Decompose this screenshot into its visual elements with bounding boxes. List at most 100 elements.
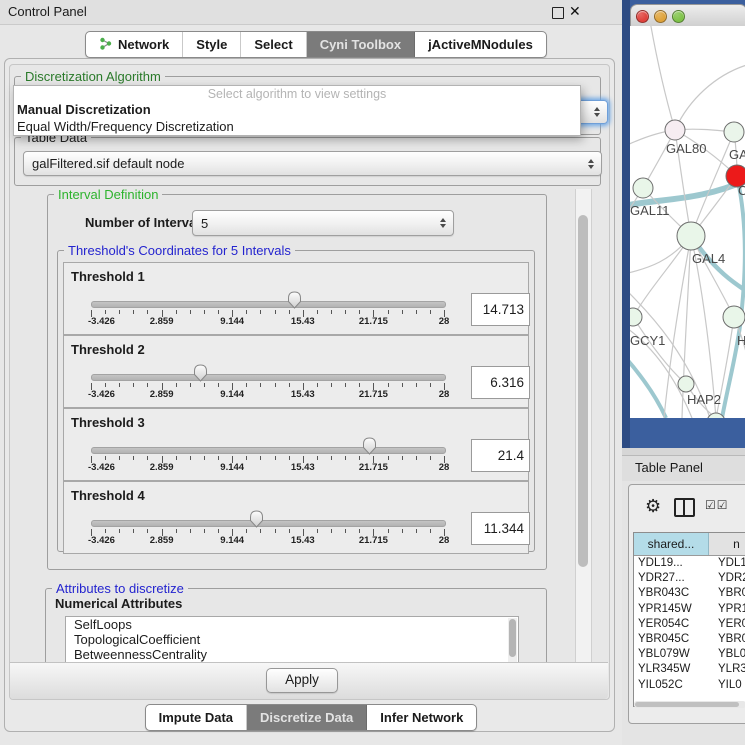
slider-track[interactable] (91, 447, 446, 454)
threshold-value-field[interactable]: 21.4 (471, 439, 530, 472)
tab-label: Impute Data (159, 710, 233, 725)
network-canvas[interactable]: GAL80GACGAL11GAL4GCY1HHAP2 (630, 26, 745, 418)
slider-track[interactable] (91, 374, 446, 381)
table-row[interactable]: YBR045CYBR0 (634, 632, 745, 647)
control-panel-titlebar: Control Panel ✕ (0, 0, 622, 25)
table-row[interactable]: YIL052CYIL0 (634, 678, 745, 693)
table-cell: YIL052C (634, 678, 712, 693)
tab-style[interactable]: Style (183, 32, 241, 57)
network-node-gal80[interactable] (665, 120, 685, 140)
network-node-hap2[interactable] (678, 376, 694, 392)
mac-close-icon[interactable] (636, 10, 649, 23)
slider-track[interactable] (91, 301, 446, 308)
table-row[interactable]: YDR27...YDR2 (634, 571, 745, 586)
tab-jactivemnodules[interactable]: jActiveMNodules (415, 32, 546, 57)
node-label: H (737, 333, 745, 348)
algorithm-option[interactable]: Manual Discretization (14, 101, 580, 118)
float-icon[interactable] (552, 7, 564, 19)
network-edge-highlighted[interactable] (722, 176, 745, 418)
network-edge[interactable] (633, 236, 691, 317)
slider-thumb[interactable] (287, 291, 302, 312)
threshold-value-field[interactable]: 14.713 (471, 293, 530, 326)
slider-tick-labels: -3.4262.8599.14415.4321.71528 (91, 389, 445, 401)
table-row[interactable]: YBL079WYBL0 (634, 647, 745, 662)
popup-hint: Select algorithm to view settings (14, 86, 580, 101)
table-header-row: shared...n (634, 533, 745, 556)
network-node-ga[interactable] (724, 122, 744, 142)
threshold-panel: Threshold 3-3.4262.8599.14415.4321.71528… (63, 408, 529, 481)
table-cell: YBR043C (634, 586, 712, 601)
table-row[interactable]: YER054CYER0 (634, 617, 745, 632)
tab-network[interactable]: Network (86, 32, 183, 57)
tab-impute-data[interactable]: Impute Data (146, 705, 247, 730)
attribute-item[interactable]: BetweennessCentrality (66, 647, 518, 662)
threshold-label: Threshold 4 (71, 488, 145, 503)
network-edge-highlighted[interactable] (630, 356, 666, 418)
node-table-container: ⚙ ☑☑ shared...n YDL19...YDL1YDR27...YDR2… (628, 484, 745, 724)
threshold-value-field[interactable]: 11.344 (471, 512, 530, 545)
settings-vertical-scrollbar[interactable] (575, 189, 592, 662)
gear-icon[interactable]: ⚙ (645, 496, 661, 516)
apply-button[interactable]: Apply (266, 668, 338, 693)
table-cell: YBL079W (634, 647, 712, 662)
threshold-panel: Threshold 1-3.4262.8599.14415.4321.71528… (63, 262, 529, 335)
table-data-group: Table Data galFiltered.sif default node (14, 137, 601, 186)
network-node-gal11[interactable] (633, 178, 653, 198)
column-header[interactable]: shared... (634, 533, 709, 555)
bottom-tab-bar: Impute Data Discretize Data Infer Network (0, 704, 622, 731)
tab-cyni-toolbox[interactable]: Cyni Toolbox (307, 32, 415, 57)
mac-zoom-icon[interactable] (672, 10, 685, 23)
slider-tick-labels: -3.4262.8599.14415.4321.71528 (91, 535, 445, 547)
tab-infer-network[interactable]: Infer Network (367, 705, 476, 730)
slider-thumb[interactable] (193, 364, 208, 385)
attribute-item[interactable]: SelfLoops (66, 617, 518, 632)
popup-options: Manual DiscretizationEqual Width/Frequen… (14, 101, 580, 135)
node-label: GA (729, 147, 745, 162)
network-edge[interactable] (675, 64, 745, 130)
tab-label: Cyni Toolbox (320, 37, 401, 52)
table-cell: YLR345W (634, 662, 712, 677)
network-edge[interactable] (650, 26, 675, 130)
tab-discretize-data[interactable]: Discretize Data (247, 705, 367, 730)
column-header[interactable]: n (709, 533, 745, 555)
tab-label: Select (254, 37, 292, 52)
number-of-intervals-label: Number of Intervals (85, 215, 207, 230)
network-view-window: GAL80GACGAL11GAL4GCY1HHAP2 (622, 0, 745, 448)
tab-label: jActiveMNodules (428, 37, 533, 52)
table-horizontal-scrollbar[interactable] (634, 701, 745, 708)
number-of-intervals-combo[interactable]: 5 (192, 210, 454, 236)
mac-minimize-icon[interactable] (654, 10, 667, 23)
close-icon[interactable]: ✕ (569, 3, 581, 20)
table-data-combo[interactable]: galFiltered.sif default node (23, 151, 602, 176)
table-row[interactable]: YDL19...YDL1 (634, 556, 745, 571)
table-cell: YBR045C (634, 632, 712, 647)
threshold-value-field[interactable]: 6.316 (471, 366, 530, 399)
node-table: shared...n YDL19...YDL1YDR27...YDR2YBR04… (633, 532, 745, 707)
columns-icon[interactable] (674, 498, 695, 517)
algorithm-option[interactable]: Equal Width/Frequency Discretization (14, 118, 580, 135)
table-row[interactable]: YLR345WYLR3 (634, 662, 745, 677)
tab-select[interactable]: Select (241, 32, 306, 57)
numerical-attributes-label: Numerical Attributes (55, 596, 182, 611)
numerical-attributes-list: SelfLoopsTopologicalCoefficientBetweenne… (65, 616, 519, 662)
select-columns-checkbox-icons[interactable]: ☑☑ (705, 498, 729, 512)
scrollbar-thumb[interactable] (578, 215, 588, 567)
combo-arrows-icon (440, 218, 446, 228)
table-cell: YDR2 (712, 571, 745, 586)
slider-track[interactable] (91, 520, 446, 527)
table-row[interactable]: YPR145WYPR1 (634, 602, 745, 617)
slider-thumb[interactable] (249, 510, 264, 531)
slider-thumb[interactable] (362, 437, 377, 458)
settings-scroll-viewport: Interval Definition Number of Intervals … (14, 188, 574, 662)
attributes-scrollbar[interactable] (508, 618, 517, 662)
tab-label: Discretize Data (260, 710, 353, 725)
network-node-gal4[interactable] (677, 222, 705, 250)
mac-titlebar[interactable] (630, 4, 745, 28)
combo-arrows-icon (588, 159, 594, 169)
threshold-panel: Threshold 4 -3.4262.8599.14415.4321.71528… (63, 481, 529, 554)
table-row[interactable]: YBR043CYBR0 (634, 586, 745, 601)
table-cell: YPR145W (634, 602, 712, 617)
network-node-h[interactable] (723, 306, 745, 328)
network-node-gcy1[interactable] (630, 308, 642, 326)
attribute-item[interactable]: TopologicalCoefficient (66, 632, 518, 647)
